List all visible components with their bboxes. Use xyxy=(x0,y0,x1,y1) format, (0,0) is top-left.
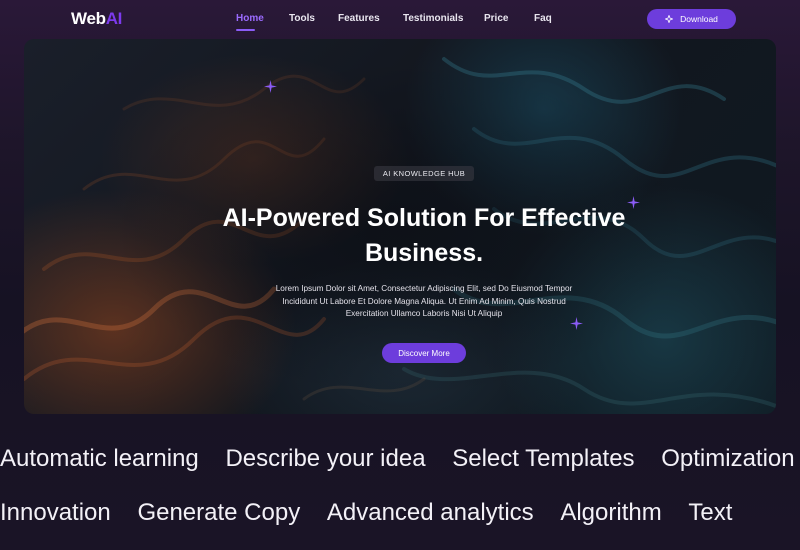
logo-accent: AI xyxy=(105,9,123,28)
nav-item-label: Home xyxy=(236,13,264,24)
marquee-item: Innovation xyxy=(0,499,111,526)
marquee-item: Describe your idea xyxy=(225,445,426,472)
marquee-item: Advanced analytics xyxy=(326,499,534,526)
nav-item-label: Tools xyxy=(289,13,315,24)
marquee-item: Text xyxy=(688,499,733,526)
navbar: WebAI Home Tools Features Testimonials P… xyxy=(0,0,800,38)
star-sparkle-icon xyxy=(627,196,640,209)
nav-item-tools[interactable]: Tools xyxy=(289,13,315,24)
logo[interactable]: WebAI xyxy=(71,9,122,29)
star-sparkle-icon xyxy=(570,317,583,330)
marquee-item: Algorithm xyxy=(560,499,662,526)
download-label: Download xyxy=(680,14,718,24)
marquee-item: Automatic learning xyxy=(0,445,199,472)
hero-description: Lorem Ipsum Dolor sit Amet, Consectetur … xyxy=(249,283,599,321)
diamond-sparkle-icon xyxy=(665,15,674,23)
nav-item-testimonials[interactable]: Testimonials xyxy=(403,13,463,24)
hero-title: AI-Powered Solution For Effective Busine… xyxy=(174,201,674,271)
marquee-row-1: Automatic learning Describe your idea Se… xyxy=(0,445,800,485)
hero-title-line: AI-Powered Solution For Effective xyxy=(222,204,626,232)
nav-item-label: Faq xyxy=(534,13,552,24)
star-sparkle-icon xyxy=(264,80,277,93)
hero-description-line: Lorem Ipsum Dolor sit Amet, Consectetur … xyxy=(275,284,573,293)
nav-item-label: Price xyxy=(484,13,509,24)
nav-item-features[interactable]: Features xyxy=(338,13,380,24)
marquee-row-2: Innovation Generate Copy Advanced analyt… xyxy=(0,499,800,539)
page: WebAI Home Tools Features Testimonials P… xyxy=(0,0,800,550)
logo-text: Web xyxy=(71,9,106,28)
hero-banner: AI KNOWLEDGE HUB AI-Powered Solution For… xyxy=(24,39,776,414)
nav-item-home[interactable]: Home xyxy=(236,13,264,31)
nav-item-price[interactable]: Price xyxy=(484,13,508,24)
marquee-item: Optimization xyxy=(661,445,795,472)
hero-title-line: Business. xyxy=(364,239,484,267)
nav-item-label: Features xyxy=(338,13,380,24)
active-underline xyxy=(236,29,255,31)
marquee-item: Generate Copy xyxy=(137,499,301,526)
hero-description-line: Exercitation Ullamco Laboris Nisi Ut Ali… xyxy=(345,309,503,318)
hero-description-line: Incididunt Ut Labore Et Dolore Magna Ali… xyxy=(282,296,566,306)
nav-item-faq[interactable]: Faq xyxy=(534,13,552,24)
hero-badge: AI KNOWLEDGE HUB xyxy=(374,166,474,181)
discover-more-button[interactable]: Discover More xyxy=(382,343,466,363)
download-button[interactable]: Download xyxy=(647,9,736,29)
marquee-item: Select Templates xyxy=(452,445,635,472)
nav-item-label: Testimonials xyxy=(403,13,464,24)
